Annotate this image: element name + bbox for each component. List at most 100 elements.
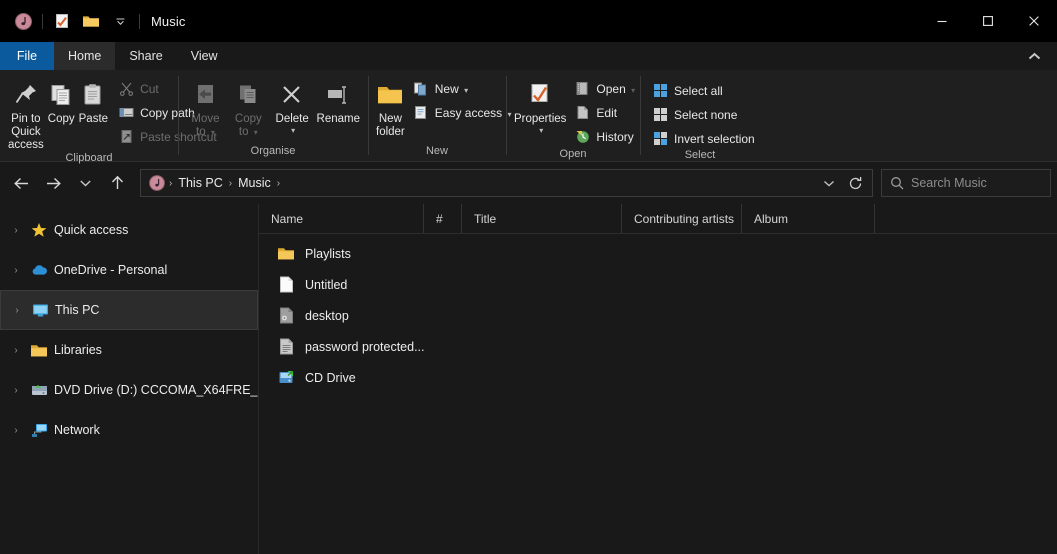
easy-access-text: Easy access: [435, 106, 502, 120]
edit-icon: [574, 105, 590, 121]
copy-to-button[interactable]: Copy to ▾: [227, 76, 270, 139]
sidebar-item-dvd-drive[interactable]: › DVD Drive (D:) CCCOMA_X64FRE_EN-G: [0, 370, 258, 410]
file-row-desktop[interactable]: desktop: [259, 300, 1057, 331]
chevron-right-icon[interactable]: ›: [8, 385, 24, 396]
file-row-untitled[interactable]: Untitled: [259, 269, 1057, 300]
easy-access-label: Easy access ▾: [435, 106, 512, 120]
properties-icon: [527, 80, 553, 110]
column-header-album[interactable]: Album: [742, 204, 875, 233]
move-to-text: Move to: [191, 113, 219, 138]
copy-button[interactable]: Copy: [46, 76, 77, 126]
collapse-ribbon-chevron-icon[interactable]: [1017, 42, 1051, 70]
paste-label: Paste: [79, 113, 108, 126]
sidebar-item-network[interactable]: › Network: [0, 410, 258, 450]
refresh-icon[interactable]: [842, 170, 868, 196]
ribbon-group-label-select: Select: [646, 149, 754, 161]
new-item-button[interactable]: New ▾: [409, 78, 516, 99]
history-label: History: [596, 130, 633, 144]
tab-share[interactable]: Share: [115, 42, 176, 70]
recent-locations-chevron-icon[interactable]: [70, 168, 100, 198]
rename-button[interactable]: Rename: [315, 76, 362, 126]
chevron-right-icon[interactable]: ›: [8, 345, 24, 356]
forward-button[interactable]: [38, 168, 68, 198]
sidebar-item-label: Quick access: [54, 223, 128, 237]
up-button[interactable]: [102, 168, 132, 198]
delete-label: Delete: [276, 113, 309, 126]
back-button[interactable]: [6, 168, 36, 198]
new-item-icon: [413, 81, 429, 97]
file-row-playlists[interactable]: Playlists: [259, 238, 1057, 269]
sidebar-item-quick-access[interactable]: › Quick access: [0, 210, 258, 250]
scissors-icon: [118, 81, 134, 97]
chevron-right-icon[interactable]: ›: [8, 425, 24, 436]
select-all-button[interactable]: Select all: [648, 80, 759, 101]
maximize-button[interactable]: [965, 0, 1011, 42]
sidebar-item-libraries[interactable]: › Libraries: [0, 330, 258, 370]
properties-caret-icon[interactable]: ▾: [539, 126, 543, 135]
ribbon-group-open: Properties ▾ Open: [506, 70, 640, 161]
properties-icon[interactable]: [49, 8, 75, 34]
delete-button[interactable]: Delete ▾: [270, 76, 315, 135]
paste-button[interactable]: Paste: [77, 76, 110, 126]
open-text: Open: [596, 82, 625, 96]
breadcrumb-tools: [816, 170, 868, 196]
column-header-contributing-artists[interactable]: Contributing artists: [622, 204, 742, 233]
sidebar-item-label: Network: [54, 423, 100, 437]
history-button[interactable]: History: [570, 126, 639, 147]
chevron-right-icon[interactable]: ›: [8, 265, 24, 276]
open-button[interactable]: Open ▾: [570, 78, 639, 99]
column-header-name[interactable]: Name: [259, 204, 424, 233]
breadcrumb-item-this-pc[interactable]: This PC: [173, 176, 227, 190]
tab-home[interactable]: Home: [54, 42, 115, 70]
rename-icon: [325, 80, 351, 110]
column-header-extra[interactable]: [875, 204, 995, 233]
cloud-icon: [30, 261, 48, 279]
customize-quick-access-chevron-icon[interactable]: [107, 8, 133, 34]
invert-selection-icon: [652, 131, 668, 147]
tab-view[interactable]: View: [177, 42, 232, 70]
file-row-password-protected[interactable]: password protected...: [259, 331, 1057, 362]
breadcrumb-item-music[interactable]: Music: [233, 176, 276, 190]
search-input[interactable]: Search Music: [911, 176, 987, 190]
move-to-button[interactable]: Move to ▾: [184, 76, 227, 139]
navigation-pane: › Quick access › OneDrive - Personal ›: [0, 204, 259, 554]
breadcrumb-bar[interactable]: › This PC › Music ›: [140, 169, 873, 197]
chevron-right-icon[interactable]: ›: [8, 225, 24, 236]
new-folder-icon[interactable]: [78, 8, 104, 34]
properties-button[interactable]: Properties ▾: [512, 76, 568, 135]
address-dropdown-chevron-icon[interactable]: [816, 170, 842, 196]
cut-label: Cut: [140, 82, 159, 96]
copy-to-caret-icon: ▾: [254, 128, 258, 137]
breadcrumb: › This PC › Music ›: [145, 175, 816, 191]
history-icon: [574, 129, 590, 145]
search-box[interactable]: Search Music: [881, 169, 1051, 197]
select-none-button[interactable]: Select none: [648, 104, 759, 125]
tab-file[interactable]: File: [0, 42, 54, 70]
sidebar-item-this-pc[interactable]: › This PC: [0, 290, 258, 330]
edit-button[interactable]: Edit: [570, 102, 639, 123]
music-file-icon[interactable]: [10, 8, 36, 34]
minimize-button[interactable]: [919, 0, 965, 42]
easy-access-button[interactable]: Easy access ▾: [409, 102, 516, 123]
ribbon-group-label-clipboard: Clipboard: [6, 152, 172, 164]
new-folder-icon: [376, 80, 404, 110]
delete-caret-icon[interactable]: ▾: [291, 126, 295, 135]
rename-label: Rename: [317, 113, 360, 126]
new-item-label: New ▾: [435, 82, 468, 96]
pin-to-quick-access-button[interactable]: Pin to Quick access: [6, 76, 46, 152]
sidebar-item-label: DVD Drive (D:) CCCOMA_X64FRE_EN-G: [54, 383, 258, 397]
column-header-track-number[interactable]: #: [424, 204, 462, 233]
chevron-right-icon[interactable]: ›: [9, 305, 25, 316]
close-button[interactable]: [1011, 0, 1057, 42]
new-item-caret-icon: ▾: [464, 86, 468, 95]
column-header-title[interactable]: Title: [462, 204, 622, 233]
new-folder-button[interactable]: New folder: [374, 76, 407, 139]
invert-selection-label: Invert selection: [674, 132, 755, 146]
invert-selection-button[interactable]: Invert selection: [648, 128, 759, 149]
ribbon-tab-strip: File Home Share View: [0, 42, 1057, 70]
open-label: Open ▾: [596, 82, 635, 96]
file-list-pane: Name # Title Contributing artists Album …: [259, 204, 1057, 554]
sidebar-item-onedrive-personal[interactable]: › OneDrive - Personal: [0, 250, 258, 290]
breadcrumb-separator-2[interactable]: ›: [276, 178, 281, 189]
file-row-cd-drive[interactable]: CD Drive: [259, 362, 1057, 393]
